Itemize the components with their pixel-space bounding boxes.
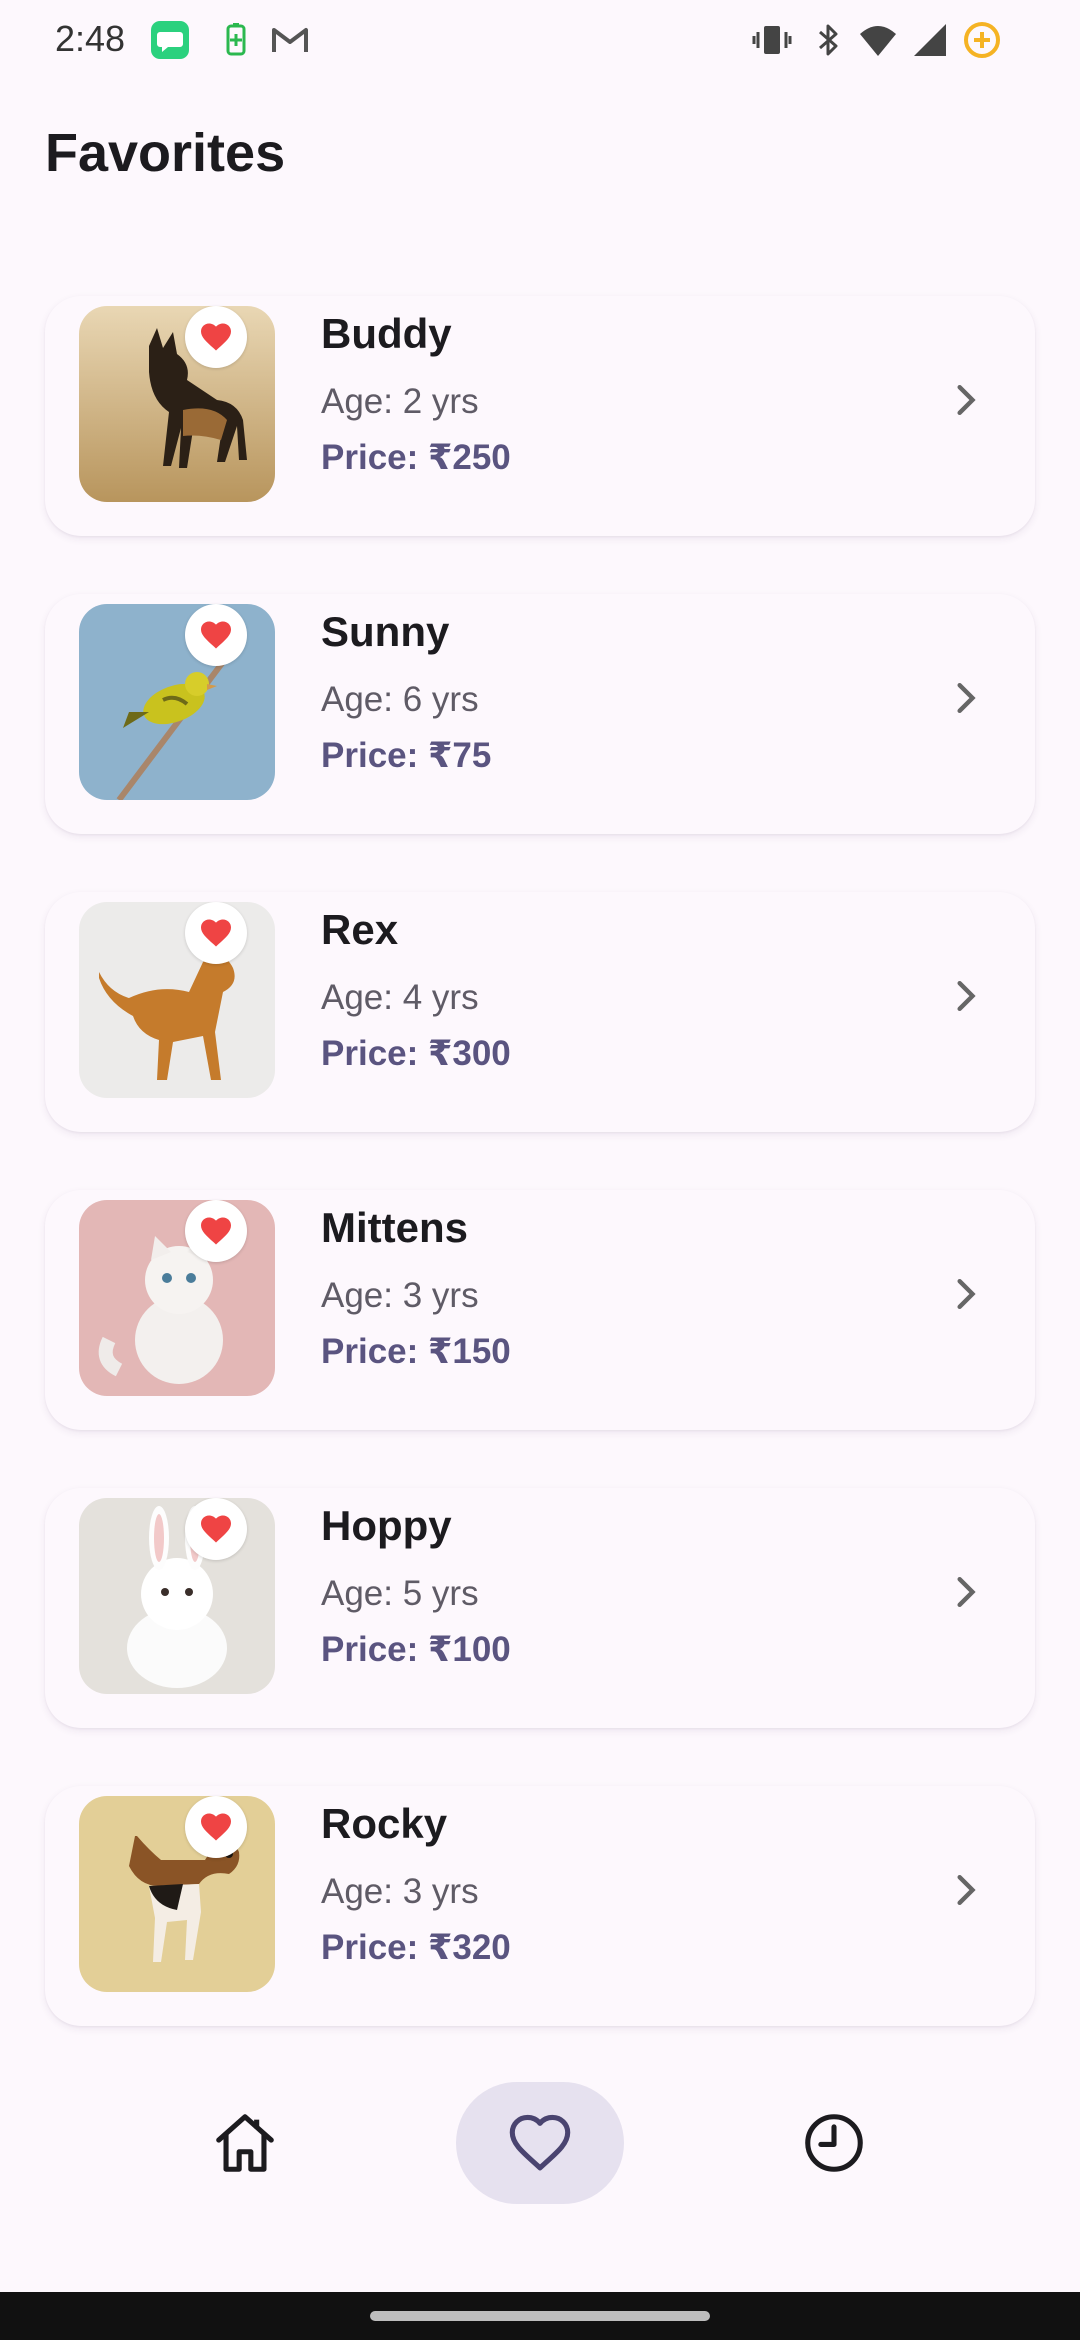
clock-icon: [805, 2114, 863, 2172]
home-icon: [216, 2114, 274, 2172]
chevron-right-icon: [957, 1874, 976, 1906]
favorite-heart-button[interactable]: [185, 902, 247, 964]
nav-history-button[interactable]: [750, 2082, 918, 2204]
chevron-right-icon: [957, 1278, 976, 1310]
pet-age: Age: 2 yrs: [321, 382, 479, 421]
favorite-heart-button[interactable]: [185, 1498, 247, 1560]
heart-outline-icon: [509, 2114, 571, 2171]
pet-name: Hoppy: [321, 1502, 452, 1549]
pet-age: Age: 4 yrs: [321, 978, 479, 1017]
pet-name: Buddy: [321, 310, 452, 357]
favorite-card-rex[interactable]: Rex Age: 4 yrs Price: ₹300: [45, 892, 1035, 1132]
pet-age: Age: 3 yrs: [321, 1276, 479, 1315]
heart-filled-icon: [201, 1813, 231, 1841]
favorite-card-rocky[interactable]: Rocky Age: 3 yrs Price: ₹320: [45, 1786, 1035, 2026]
nav-favorites-button[interactable]: [456, 2082, 624, 2204]
pet-price: Price: ₹150: [321, 1332, 511, 1371]
chevron-right-icon: [957, 384, 976, 416]
pet-price: Price: ₹320: [321, 1928, 511, 1967]
chevron-right-icon: [957, 682, 976, 714]
pet-price: Price: ₹250: [321, 438, 511, 477]
pet-name: Rocky: [321, 1800, 448, 1847]
heart-filled-icon: [201, 1217, 231, 1245]
chevron-right-icon: [957, 1576, 976, 1608]
nav-home-button[interactable]: [161, 2082, 329, 2204]
home-gesture-handle[interactable]: [370, 2311, 710, 2321]
system-gesture-bar: [0, 2292, 1080, 2340]
favorite-card-sunny[interactable]: Sunny Age: 6 yrs Price: ₹75: [45, 594, 1035, 834]
favorite-heart-button[interactable]: [185, 604, 247, 666]
favorite-card-hoppy[interactable]: Hoppy Age: 5 yrs Price: ₹100: [45, 1488, 1035, 1728]
pet-age: Age: 6 yrs: [321, 680, 479, 719]
favorite-card-buddy[interactable]: Buddy Age: 2 yrs Price: ₹250: [45, 296, 1035, 536]
pet-name: Rex: [321, 906, 399, 953]
favorite-heart-button[interactable]: [185, 306, 247, 368]
heart-filled-icon: [201, 1515, 231, 1543]
pet-price: Price: ₹300: [321, 1034, 511, 1073]
pet-age: Age: 3 yrs: [321, 1872, 479, 1911]
heart-filled-icon: [201, 323, 231, 351]
pet-price: Price: ₹75: [321, 736, 492, 775]
heart-filled-icon: [201, 919, 231, 947]
chevron-right-icon: [957, 980, 976, 1012]
favorites-list: Buddy Age: 2 yrs Price: ₹250 Sunny Age: …: [0, 0, 1080, 2060]
pet-price: Price: ₹100: [321, 1630, 511, 1669]
heart-filled-icon: [201, 621, 231, 649]
pet-name: Mittens: [321, 1204, 468, 1251]
pet-name: Sunny: [321, 608, 450, 655]
favorite-heart-button[interactable]: [185, 1796, 247, 1858]
favorite-heart-button[interactable]: [185, 1200, 247, 1262]
bottom-navigation: [0, 2060, 1080, 2292]
favorite-card-mittens[interactable]: Mittens Age: 3 yrs Price: ₹150: [45, 1190, 1035, 1430]
pet-age: Age: 5 yrs: [321, 1574, 479, 1613]
